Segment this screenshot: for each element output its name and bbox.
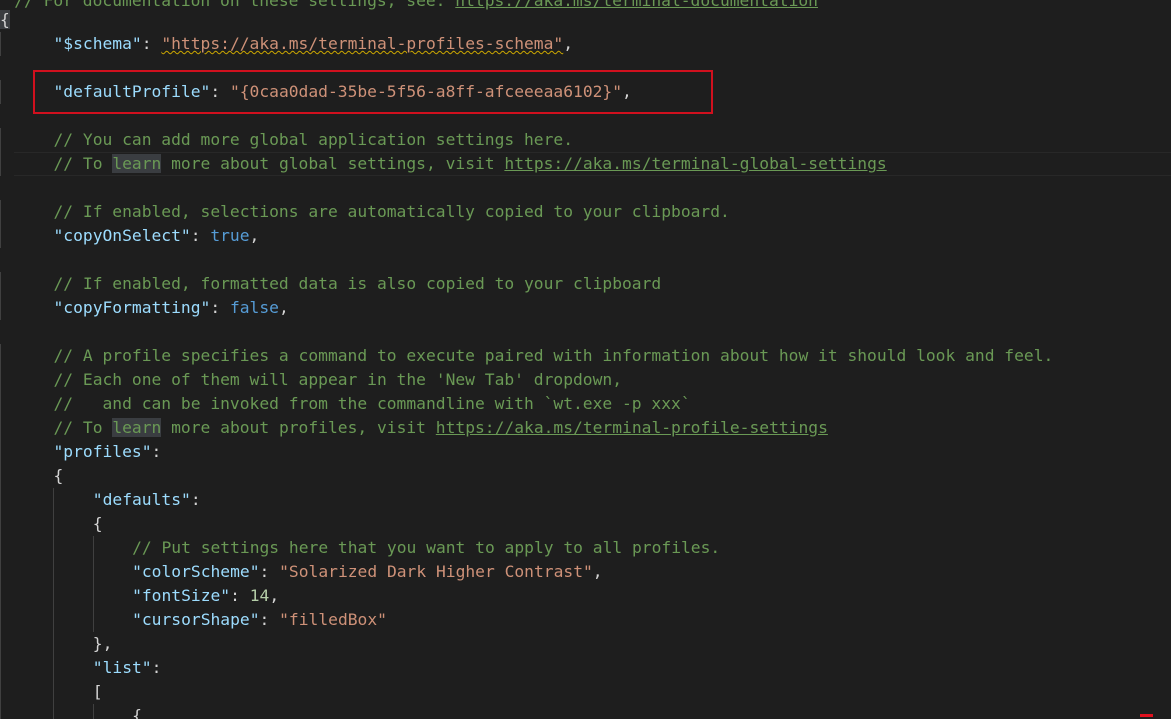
- punctuation: ,: [278, 298, 289, 317]
- comment: more about profiles, visit: [161, 418, 436, 437]
- code-line[interactable]: // For documentation on these settings, …: [0, 0, 818, 13]
- json-key: "list": [92, 658, 152, 677]
- brace: {: [132, 706, 142, 719]
- comment: // Put settings here that you want to ap…: [132, 538, 721, 557]
- profile-settings-link[interactable]: https://aka.ms/terminal-profile-settings: [436, 418, 828, 437]
- json-key: "copyFormatting": [53, 298, 211, 317]
- code-line[interactable]: // If enabled, formatted data is also co…: [0, 272, 661, 296]
- json-key: "copyOnSelect": [53, 226, 191, 245]
- code-line[interactable]: {: [0, 464, 63, 488]
- brace: {: [92, 514, 103, 533]
- punctuation: :: [190, 490, 201, 509]
- boolean-value[interactable]: true: [210, 226, 249, 245]
- code-line[interactable]: "$schema": "https://aka.ms/terminal-prof…: [0, 32, 573, 56]
- brace: },: [92, 634, 113, 653]
- error-marker: [1140, 714, 1153, 717]
- code-line[interactable]: "list":: [0, 656, 161, 680]
- brace: {: [0, 10, 10, 29]
- json-key: "$schema": [53, 34, 142, 53]
- punctuation: :: [230, 586, 250, 605]
- punctuation: :: [210, 298, 230, 317]
- annotation-highlight-box: [33, 70, 713, 114]
- boolean-value[interactable]: false: [230, 298, 279, 317]
- json-key: "cursorShape": [132, 610, 260, 629]
- comment: // Each one of them will appear in the '…: [53, 370, 623, 389]
- comment-highlight: learn: [112, 154, 162, 173]
- json-key: "colorScheme": [132, 562, 260, 581]
- punctuation: :: [259, 610, 280, 629]
- json-key: "profiles": [53, 442, 152, 461]
- code-line[interactable]: // You can add more global application s…: [0, 128, 573, 152]
- code-line[interactable]: },: [0, 632, 112, 656]
- comment: // For documentation on these settings, …: [14, 0, 456, 10]
- code-line[interactable]: "fontSize": 14,: [0, 584, 279, 608]
- comment: // A profile specifies a command to exec…: [53, 346, 1054, 365]
- code-line[interactable]: // Each one of them will appear in the '…: [0, 368, 622, 392]
- global-settings-link[interactable]: https://aka.ms/terminal-global-settings: [504, 154, 886, 173]
- code-line[interactable]: // If enabled, selections are automatica…: [0, 200, 730, 224]
- code-line[interactable]: // and can be invoked from the commandli…: [0, 392, 691, 416]
- punctuation: :: [190, 226, 211, 245]
- comment: // If enabled, formatted data is also co…: [53, 274, 662, 293]
- code-line[interactable]: "cursorShape": "filledBox": [0, 608, 387, 632]
- comment: // If enabled, selections are automatica…: [53, 202, 730, 221]
- punctuation: :: [141, 34, 162, 53]
- code-line[interactable]: // A profile specifies a command to exec…: [0, 344, 1053, 368]
- string-value[interactable]: "filledBox": [279, 610, 387, 629]
- punctuation: ,: [592, 562, 603, 581]
- punctuation: :: [259, 562, 280, 581]
- punctuation: ,: [269, 586, 280, 605]
- schema-url-string[interactable]: "https://aka.ms/terminal-profiles-schema…: [161, 34, 563, 53]
- comment: // To: [53, 418, 113, 437]
- code-editor[interactable]: // For documentation on these settings, …: [0, 0, 1171, 719]
- documentation-link[interactable]: https://aka.ms/terminal-documentation: [455, 0, 818, 10]
- comment: // You can add more global application s…: [53, 130, 573, 149]
- code-line[interactable]: // To learn more about global settings, …: [0, 152, 887, 176]
- brace: {: [53, 466, 64, 485]
- code-line[interactable]: "copyFormatting": false,: [0, 296, 289, 320]
- code-line[interactable]: {: [0, 512, 103, 536]
- code-line[interactable]: // To learn more about profiles, visit h…: [0, 416, 828, 440]
- string-value[interactable]: "Solarized Dark Higher Contrast": [279, 562, 593, 581]
- punctuation: :: [151, 442, 162, 461]
- punctuation: :: [151, 658, 162, 677]
- comment: // and can be invoked from the commandli…: [53, 394, 691, 413]
- json-key: "fontSize": [132, 586, 231, 605]
- code-line[interactable]: [: [0, 680, 103, 704]
- code-line[interactable]: {: [0, 8, 10, 32]
- comment: more about global settings, visit: [161, 154, 505, 173]
- number-value[interactable]: 14: [250, 586, 270, 605]
- code-line[interactable]: "defaults":: [0, 488, 201, 512]
- punctuation: ,: [563, 34, 574, 53]
- comment: // To: [53, 154, 113, 173]
- code-line[interactable]: {: [0, 704, 142, 719]
- bracket: [: [92, 682, 103, 701]
- comment-highlight: learn: [112, 418, 162, 437]
- code-line[interactable]: "profiles":: [0, 440, 161, 464]
- code-line[interactable]: "colorScheme": "Solarized Dark Higher Co…: [0, 560, 603, 584]
- code-line[interactable]: "copyOnSelect": true,: [0, 224, 259, 248]
- json-key: "defaults": [92, 490, 191, 509]
- code-line[interactable]: // Put settings here that you want to ap…: [0, 536, 720, 560]
- punctuation: ,: [249, 226, 260, 245]
